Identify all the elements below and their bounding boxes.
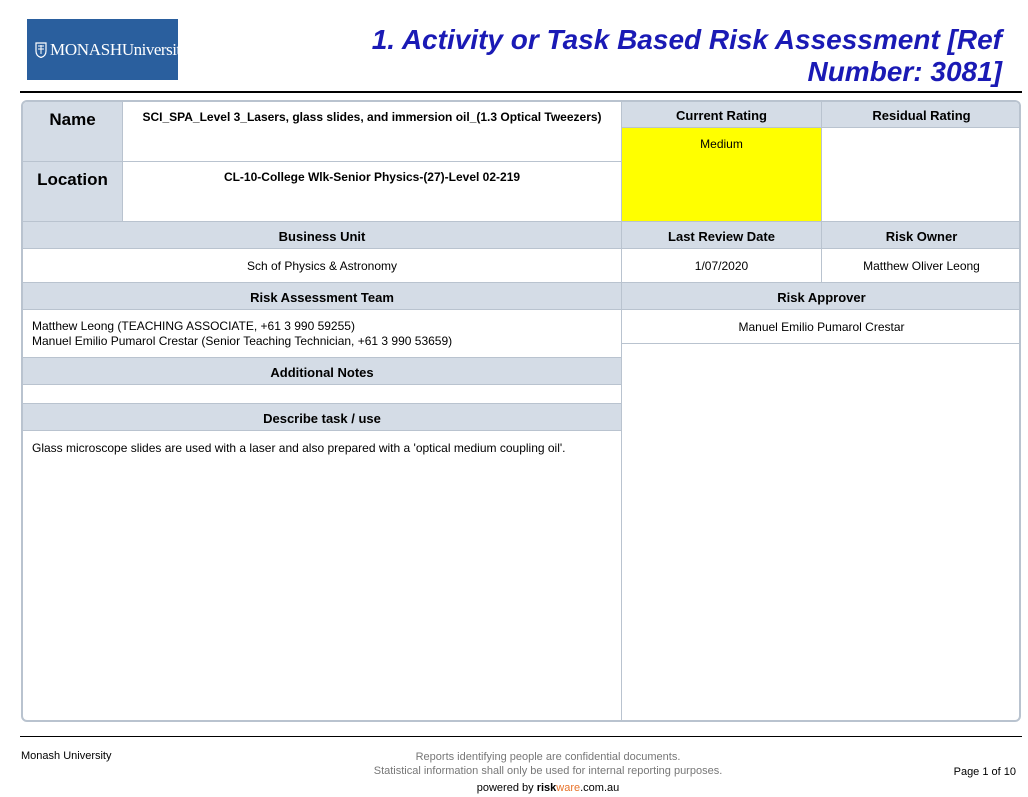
logo-sub-text: University [121,39,189,59]
current-rating-label: Current Rating [622,102,822,128]
business-unit-label: Business Unit [23,222,622,249]
location-label: Location [23,162,123,222]
powered-prefix: powered by [476,782,537,794]
team-list: Matthew Leong (TEACHING ASSOCIATE, +61 3… [23,310,622,358]
residual-rating-value [822,128,1019,222]
powered-by: powered by riskware.com.au [348,782,748,794]
footer-notice: Reports identifying people are confident… [348,750,748,778]
approver-blank-area [622,344,1019,720]
riskware-brand-ware: ware [556,782,581,794]
approver-value: Manuel Emilio Pumarol Crestar [622,310,1019,344]
team-label: Risk Assessment Team [23,283,622,310]
business-unit-value: Sch of Physics & Astronomy [23,249,622,283]
risk-owner-label: Risk Owner [822,222,1019,249]
risk-owner-value: Matthew Oliver Leong [822,249,1019,283]
page-title: 1. Activity or Task Based Risk Assessmen… [371,24,1002,87]
task-label: Describe task / use [23,404,622,431]
team-member: Matthew Leong (TEACHING ASSOCIATE, +61 3… [32,319,355,333]
crest-icon [35,41,47,58]
header-divider [20,91,1022,93]
last-review-value: 1/07/2020 [622,249,822,283]
notes-label: Additional Notes [23,358,622,385]
footer-notice-line: Reports identifying people are confident… [415,751,681,763]
monash-logo: MONASH University [27,19,189,80]
footer-notice-line: Statistical information shall only be us… [373,765,723,777]
riskware-brand-risk: risk [536,782,557,794]
residual-rating-label: Residual Rating [822,102,1019,128]
notes-value [23,385,622,404]
current-rating-value: Medium [622,128,822,222]
footer-org: Monash University [21,750,112,762]
powered-suffix: .com.au [580,782,620,794]
name-value: SCI_SPA_Level 3_Lasers, glass slides, an… [123,102,622,162]
location-value: CL-10-College Wlk-Senior Physics-(27)-Le… [123,162,622,222]
task-value: Glass microscope slides are used with a … [23,431,622,720]
footer-divider [20,736,1022,737]
risk-assessment-form: Name SCI_SPA_Level 3_Lasers, glass slide… [21,100,1021,722]
logo-main-text: MONASH [50,39,122,59]
name-label: Name [23,102,123,162]
page-number: Page 1 of 10 [953,766,1016,778]
approver-label: Risk Approver [622,283,1019,310]
team-member: Manuel Emilio Pumarol Crestar (Senior Te… [32,334,453,348]
last-review-label: Last Review Date [622,222,822,249]
